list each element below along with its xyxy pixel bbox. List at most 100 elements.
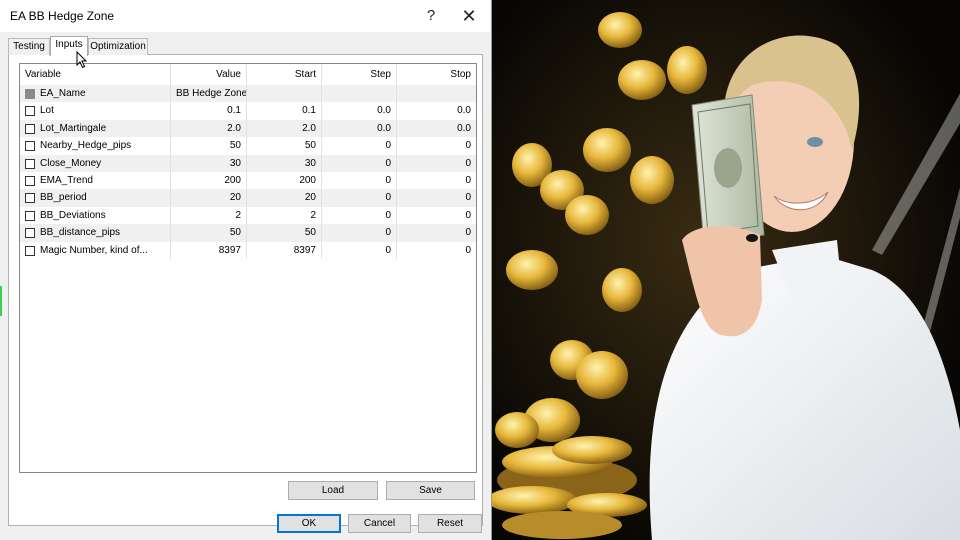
reset-button[interactable]: Reset	[418, 514, 482, 533]
close-button[interactable]: ✕	[456, 3, 482, 29]
value-cell[interactable]: 2	[171, 206, 247, 225]
step-cell[interactable]	[322, 85, 397, 103]
table-row[interactable]: BB_Deviations 2 2 0 0	[20, 206, 476, 225]
variable-name: Close_Money	[40, 157, 102, 169]
stop-cell[interactable]: 0	[397, 224, 476, 241]
stop-cell[interactable]: 0	[397, 155, 476, 172]
column-header-value[interactable]: Value	[171, 64, 247, 85]
stop-cell[interactable]: 0	[397, 242, 476, 259]
value-cell[interactable]: 30	[171, 154, 247, 172]
table-row[interactable]: Nearby_Hedge_pips 50 50 0 0	[20, 137, 476, 155]
start-cell[interactable]: 50	[247, 137, 322, 155]
variable-cell: BB_Deviations	[20, 206, 171, 225]
step-cell[interactable]: 0	[322, 206, 397, 225]
optimize-checkbox[interactable]	[25, 193, 35, 204]
optimize-checkbox[interactable]	[25, 176, 35, 186]
value-cell[interactable]: 0.1	[171, 102, 247, 120]
start-cell[interactable]: 2	[247, 206, 322, 225]
column-header-step[interactable]: Step	[322, 64, 397, 85]
value-cell[interactable]: 20	[171, 189, 247, 207]
variable-cell: Magic Number, kind of...	[20, 241, 171, 259]
mouse-cursor-icon	[76, 51, 88, 69]
start-cell[interactable]: 20	[247, 189, 322, 207]
value-cell[interactable]: 50	[171, 224, 247, 242]
value-cell[interactable]: 50	[171, 137, 247, 155]
variable-cell: Close_Money	[20, 154, 171, 172]
step-cell[interactable]: 0	[322, 241, 397, 259]
table-row[interactable]: BB_period 20 20 0 0	[20, 189, 476, 207]
step-cell[interactable]: 0	[322, 137, 397, 155]
variable-name: Nearby_Hedge_pips	[40, 140, 132, 152]
variable-cell: Lot_Martingale	[20, 119, 171, 138]
start-cell[interactable]: 50	[247, 224, 322, 242]
variable-cell: EMA_Trend	[20, 172, 171, 190]
variable-cell: Lot	[20, 102, 171, 120]
tab-optimization[interactable]: Optimization	[88, 38, 148, 55]
table-row[interactable]: EA_Name BB Hedge Zone	[20, 85, 476, 103]
variable-name: Lot	[40, 105, 54, 117]
variable-cell: Nearby_Hedge_pips	[20, 137, 171, 155]
variable-cell: BB_period	[20, 189, 171, 207]
tab-testing[interactable]: Testing	[8, 38, 50, 55]
inputs-grid[interactable]: Variable Value Start Step Stop EA_Name BB…	[19, 63, 477, 473]
table-row[interactable]: EMA_Trend 200 200 0 0	[20, 172, 476, 190]
stop-cell[interactable]: 0	[397, 137, 476, 154]
step-cell[interactable]: 0	[322, 172, 397, 190]
step-cell[interactable]: 0.0	[322, 102, 397, 120]
chart-edge-marker	[0, 286, 2, 316]
optimize-checkbox[interactable]	[25, 123, 35, 134]
start-cell[interactable]: 30	[247, 154, 322, 172]
optimize-checkbox[interactable]	[25, 158, 35, 169]
variable-name: Lot_Martingale	[40, 122, 107, 134]
start-cell[interactable]: 2.0	[247, 119, 322, 138]
stop-cell[interactable]: 0.0	[397, 120, 476, 137]
cancel-button[interactable]: Cancel	[348, 514, 411, 533]
variable-name: EA_Name	[40, 88, 86, 99]
table-row[interactable]: BB_distance_pips 50 50 0 0	[20, 224, 476, 242]
start-cell[interactable]: 8397	[247, 241, 322, 259]
step-cell[interactable]: 0	[322, 224, 397, 242]
step-cell[interactable]: 0.0	[322, 119, 397, 138]
column-header-variable[interactable]: Variable	[20, 64, 171, 85]
variable-name: BB_Deviations	[40, 209, 106, 221]
optimize-checkbox[interactable]	[25, 141, 35, 152]
variable-name: BB_distance_pips	[40, 227, 121, 239]
load-button[interactable]: Load	[288, 481, 378, 500]
table-row[interactable]: Close_Money 30 30 0 0	[20, 154, 476, 172]
window-title: EA BB Hedge Zone	[10, 9, 115, 23]
value-cell[interactable]: BB Hedge Zone	[171, 85, 247, 103]
column-header-start[interactable]: Start	[247, 64, 322, 85]
optimize-checkbox[interactable]	[25, 245, 35, 256]
stop-cell[interactable]: 0	[397, 207, 476, 224]
save-button[interactable]: Save	[386, 481, 475, 500]
value-cell[interactable]: 2.0	[171, 119, 247, 138]
table-row[interactable]: Lot_Martingale 2.0 2.0 0.0 0.0	[20, 119, 476, 138]
ea-properties-dialog: EA BB Hedge Zone ? ✕ Testing Inputs Opti…	[0, 0, 492, 540]
column-header-stop[interactable]: Stop	[397, 64, 476, 85]
value-cell[interactable]: 200	[171, 172, 247, 190]
table-row[interactable]: Lot 0.1 0.1 0.0 0.0	[20, 102, 476, 120]
optimize-checkbox[interactable]	[25, 228, 35, 239]
optimize-checkbox[interactable]	[25, 210, 35, 221]
stop-cell[interactable]: 0.0	[397, 102, 476, 119]
value-cell[interactable]: 8397	[171, 241, 247, 259]
start-cell[interactable]: 200	[247, 172, 322, 190]
table-row[interactable]: Magic Number, kind of... 8397 8397 0 0	[20, 241, 476, 259]
help-button[interactable]: ?	[418, 3, 444, 29]
optimize-checkbox	[25, 89, 35, 99]
optimize-checkbox[interactable]	[25, 106, 35, 117]
promo-image	[492, 0, 960, 540]
start-cell[interactable]	[247, 85, 322, 103]
step-cell[interactable]: 0	[322, 154, 397, 172]
stop-cell[interactable]: 0	[397, 189, 476, 206]
variable-cell: BB_distance_pips	[20, 224, 171, 242]
stop-cell[interactable]	[397, 85, 476, 102]
step-cell[interactable]: 0	[322, 189, 397, 207]
title-bar[interactable]: EA BB Hedge Zone ? ✕	[0, 0, 490, 32]
stop-cell[interactable]: 0	[397, 172, 476, 189]
variable-name: BB_period	[40, 192, 87, 204]
variable-name: EMA_Trend	[40, 175, 93, 186]
variable-cell: EA_Name	[20, 85, 171, 103]
ok-button[interactable]: OK	[277, 514, 341, 533]
start-cell[interactable]: 0.1	[247, 102, 322, 120]
